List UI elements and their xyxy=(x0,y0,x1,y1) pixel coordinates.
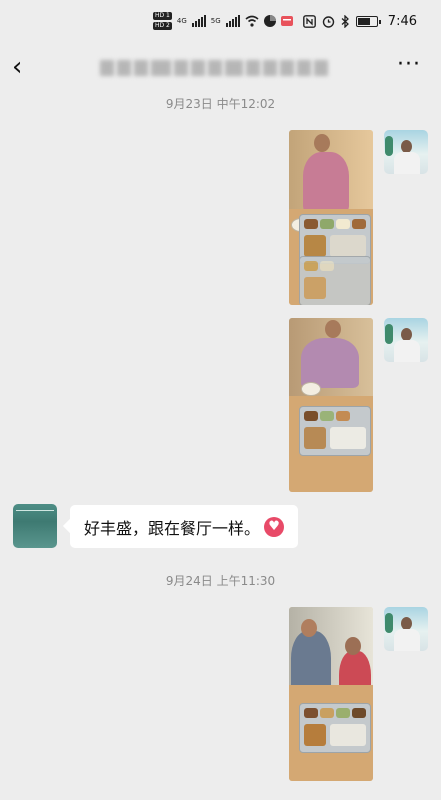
network-indicators: HD 1 HD 2 4G 5G xyxy=(153,12,293,30)
message-timestamp: 9月23日 中午12:02 xyxy=(165,97,276,111)
message-timestamp: 9月24日 上午11:30 xyxy=(165,574,276,588)
app-notification-icon xyxy=(263,15,276,27)
image-message[interactable] xyxy=(289,318,373,492)
nfc-icon xyxy=(302,15,316,28)
signal-icon-2 xyxy=(225,15,240,27)
image-message[interactable] xyxy=(289,130,373,305)
message-text: 好丰盛，跟在餐厅一样。 xyxy=(84,518,261,538)
more-icon[interactable]: ··· xyxy=(397,52,421,77)
alarm-icon xyxy=(322,16,334,28)
battery-icon xyxy=(355,16,381,27)
hd-badge-2: HD 2 xyxy=(153,22,172,30)
chat-header: ‹ ··· xyxy=(0,46,441,92)
system-indicators: 7:46 xyxy=(302,14,417,29)
hd-badge-1: HD 1 xyxy=(153,12,172,20)
status-time: 7:46 xyxy=(387,14,417,29)
network-label-4g: 4G xyxy=(176,17,187,25)
status-bar: HD 1 HD 2 4G 5G 7:46 xyxy=(0,0,441,46)
message-notification-icon xyxy=(280,16,293,26)
avatar[interactable] xyxy=(384,607,428,651)
heart-emoji-icon: ♥ xyxy=(264,516,285,537)
bluetooth-icon xyxy=(341,15,349,28)
avatar[interactable] xyxy=(384,318,428,362)
text-message-bubble[interactable]: 好丰盛，跟在餐厅一样。 ♥ xyxy=(70,505,299,548)
network-label-5g: 5G xyxy=(210,17,221,25)
avatar[interactable] xyxy=(13,504,57,548)
chat-title-redacted xyxy=(100,58,340,78)
hd-badges: HD 1 HD 2 xyxy=(153,12,172,30)
image-message[interactable] xyxy=(289,607,373,781)
avatar[interactable] xyxy=(384,130,428,174)
signal-icon xyxy=(191,15,206,27)
back-icon[interactable]: ‹ xyxy=(12,53,22,81)
wifi-icon xyxy=(245,15,259,27)
